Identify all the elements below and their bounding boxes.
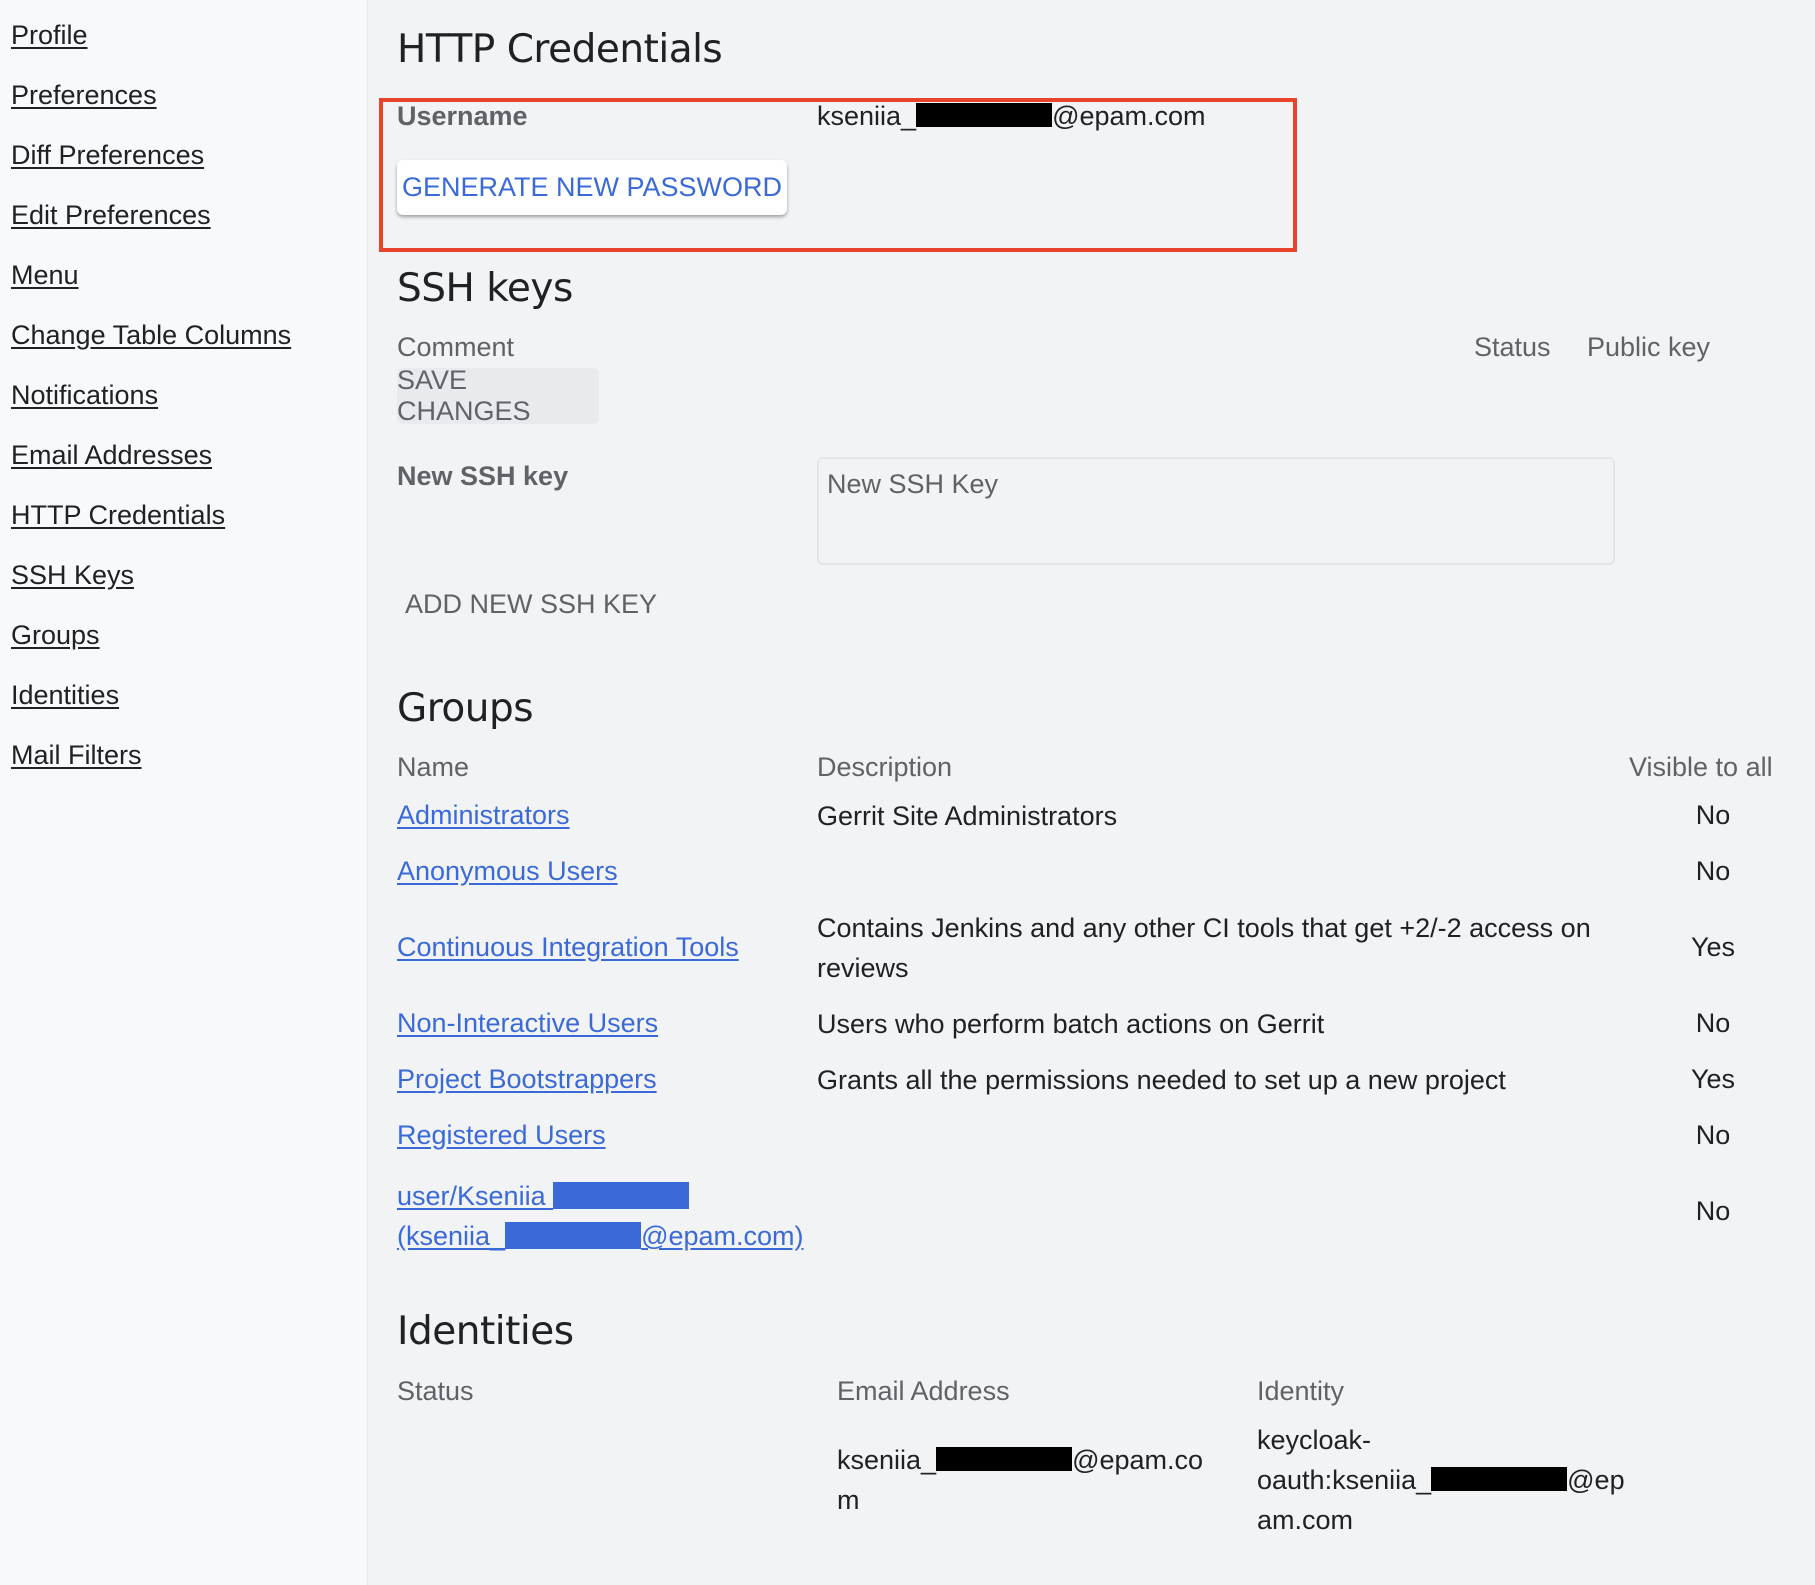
redacted-block xyxy=(936,1447,1073,1471)
identity-line3: am.com xyxy=(1257,1505,1354,1535)
group-name-line1: user/Kseniia xyxy=(397,1181,554,1211)
settings-main: HTTP Credentials Username kseniia_ @epam.… xyxy=(368,0,1815,1585)
generate-new-password-button[interactable]: GENERATE NEW PASSWORD xyxy=(397,160,787,215)
sidebar-item-profile[interactable]: Profile xyxy=(11,20,88,51)
ssh-keys-heading: SSH keys xyxy=(397,266,573,311)
group-link-registered-users[interactable]: Registered Users xyxy=(397,1120,606,1151)
group-description: Contains Jenkins and any other CI tools … xyxy=(817,913,1591,983)
identity-line2-prefix: oauth:kseniia_ xyxy=(1257,1465,1432,1495)
http-credentials-heading: HTTP Credentials xyxy=(397,27,723,72)
identities-column-status: Status xyxy=(397,1376,474,1406)
groups-heading: Groups xyxy=(397,686,534,731)
group-link-administrators[interactable]: Administrators xyxy=(397,800,570,831)
sidebar-item-menu[interactable]: Menu xyxy=(11,260,79,291)
sidebar-item-identities[interactable]: Identities xyxy=(11,680,119,711)
sidebar-item-diff-preferences[interactable]: Diff Preferences xyxy=(11,140,204,171)
group-description: Grants all the permissions needed to set… xyxy=(817,1065,1506,1095)
group-link-anonymous-users[interactable]: Anonymous Users xyxy=(397,856,618,887)
redacted-block xyxy=(505,1222,642,1249)
groups-column-visible: Visible to all xyxy=(1629,752,1773,782)
group-name-line2-suffix: @epam.com) xyxy=(641,1221,804,1251)
identity-line2-suffix: @ep xyxy=(1567,1465,1625,1495)
group-link-non-interactive-users[interactable]: Non-Interactive Users xyxy=(397,1008,658,1039)
group-visible: No xyxy=(1695,800,1731,830)
username-suffix: @epam.com xyxy=(1052,101,1206,131)
new-ssh-key-label: New SSH key xyxy=(397,461,569,491)
group-visible: No xyxy=(1695,1120,1731,1150)
group-link-project-bootstrappers[interactable]: Project Bootstrappers xyxy=(397,1064,657,1095)
group-link-continuous-integration-tools[interactable]: Continuous Integration Tools xyxy=(397,932,739,963)
save-changes-button[interactable]: SAVE CHANGES xyxy=(397,365,599,426)
identity-email: kseniia_ @epam.co m xyxy=(837,1440,1203,1520)
sidebar-item-ssh-keys[interactable]: SSH Keys xyxy=(11,560,134,591)
username-prefix: kseniia_ xyxy=(817,101,917,131)
groups-column-name: Name xyxy=(397,752,470,782)
username-label: Username xyxy=(397,101,528,131)
identities-column-email: Email Address xyxy=(837,1376,1010,1406)
sidebar-item-http-credentials[interactable]: HTTP Credentials xyxy=(11,500,225,531)
sidebar-item-edit-preferences[interactable]: Edit Preferences xyxy=(11,200,211,231)
ssh-column-public-key: Public key xyxy=(1587,332,1711,362)
identity-email-prefix: kseniia_ xyxy=(837,1445,937,1475)
new-ssh-key-input[interactable] xyxy=(817,457,1615,565)
identities-heading: Identities xyxy=(397,1309,574,1354)
username-value: kseniia_ @epam.com xyxy=(817,101,1206,132)
identity-line1: keycloak- xyxy=(1257,1425,1372,1455)
group-visible: No xyxy=(1695,856,1731,886)
add-new-ssh-key-button[interactable]: ADD NEW SSH KEY xyxy=(405,589,657,620)
group-visible: No xyxy=(1695,1008,1731,1038)
group-visible: Yes xyxy=(1690,932,1736,962)
group-description: Users who perform batch actions on Gerri… xyxy=(817,1009,1325,1039)
ssh-column-comment: Comment xyxy=(397,332,515,362)
settings-sidebar: Profile Preferences Diff Preferences Edi… xyxy=(0,0,368,1585)
sidebar-item-mail-filters[interactable]: Mail Filters xyxy=(11,740,142,771)
sidebar-item-groups[interactable]: Groups xyxy=(11,620,100,651)
group-visible: No xyxy=(1695,1196,1731,1226)
group-visible: Yes xyxy=(1690,1064,1736,1094)
identities-column-identity: Identity xyxy=(1257,1376,1345,1406)
sidebar-item-email-addresses[interactable]: Email Addresses xyxy=(11,440,212,471)
redacted-block xyxy=(1431,1467,1568,1491)
sidebar-item-change-table-columns[interactable]: Change Table Columns xyxy=(11,320,291,351)
redacted-block xyxy=(553,1182,690,1209)
group-description: Gerrit Site Administrators xyxy=(817,801,1118,831)
redacted-block xyxy=(916,103,1053,127)
identity-value: keycloak-oauth:kseniia_ @ep am.com xyxy=(1257,1420,1625,1540)
identity-email-line2: m xyxy=(837,1485,860,1515)
group-link-user-kseniia[interactable]: user/Kseniia (kseniia_ @epam.com) xyxy=(397,1176,804,1256)
sidebar-item-notifications[interactable]: Notifications xyxy=(11,380,158,411)
groups-column-description: Description xyxy=(817,752,953,782)
identity-email-suffix: @epam.co xyxy=(1072,1445,1204,1475)
group-name-line2-prefix: (kseniia_ xyxy=(397,1221,506,1251)
sidebar-item-preferences[interactable]: Preferences xyxy=(11,80,157,111)
ssh-column-status: Status xyxy=(1474,332,1551,362)
